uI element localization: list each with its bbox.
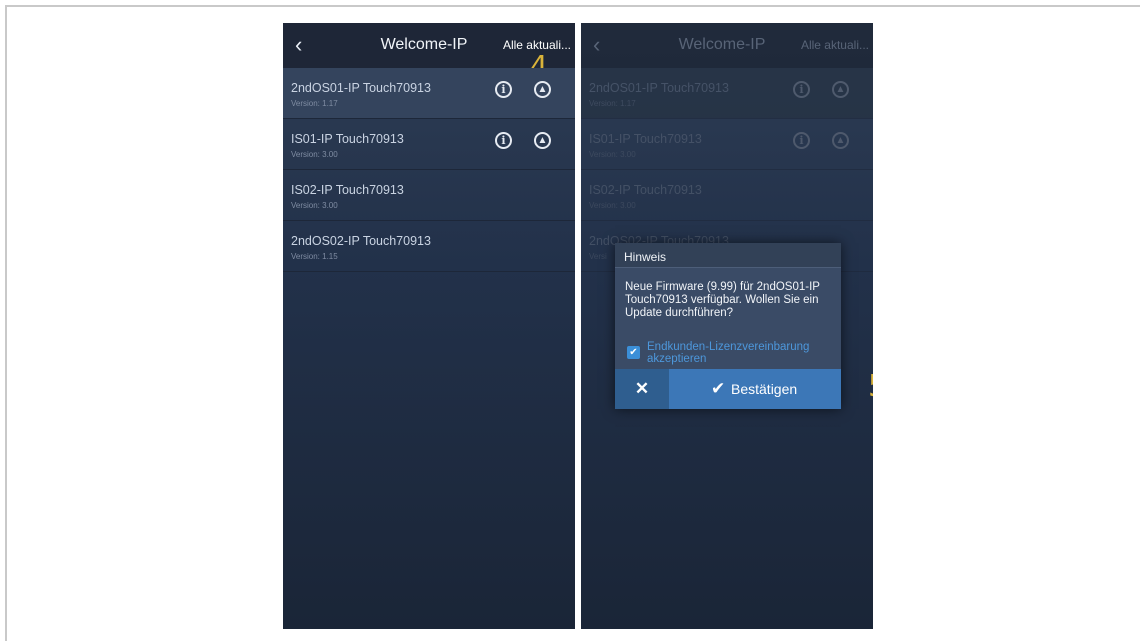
- device-name: 2ndOS02-IP Touch70913: [291, 234, 431, 248]
- device-row: IS01-IP Touch70913 Version: 3.00 i ▲: [581, 119, 873, 170]
- firmware-update-dialog: Hinweis Neue Firmware (9.99) für 2ndOS01…: [615, 243, 873, 409]
- device-name: 2ndOS01-IP Touch70913: [589, 81, 729, 95]
- device-row[interactable]: IS01-IP Touch70913 Version: 3.00 i ▲: [283, 119, 575, 170]
- device-name: IS02-IP Touch70913: [589, 183, 702, 197]
- dimmed-background: ‹ Welcome-IP Alle aktuali... 2ndOS01-IP …: [581, 23, 873, 272]
- license-checkbox-label[interactable]: Endkunden-Lizenzvereinbarung akzeptieren: [647, 341, 837, 365]
- device-version: Version: 3.00: [589, 150, 636, 159]
- device-name: IS01-IP Touch70913: [589, 132, 702, 146]
- step-number-annotation: 5: [868, 367, 873, 407]
- dialog-title: Hinweis: [615, 243, 841, 268]
- upload-icon: ▲: [832, 132, 849, 149]
- device-name: IS01-IP Touch70913: [291, 132, 404, 146]
- cancel-button[interactable]: ✕: [615, 369, 669, 409]
- phone-screen-device-list: ‹ Welcome-IP Alle aktuali... 4 2ndOS01-I…: [283, 23, 575, 629]
- info-icon: i: [793, 132, 810, 149]
- license-checkbox[interactable]: ✔: [627, 346, 640, 359]
- info-icon: i: [793, 81, 810, 98]
- checkmark-icon: ✔: [711, 379, 726, 398]
- device-version: Version: 3.00: [291, 201, 338, 210]
- confirm-button-label: Bestätigen: [731, 381, 798, 397]
- device-version: Version: 1.17: [589, 99, 636, 108]
- upload-icon: ▲: [832, 81, 849, 98]
- confirm-button[interactable]: ✔ Bestätigen 5: [669, 369, 873, 409]
- dialog-message: Neue Firmware (9.99) für 2ndOS01-IP Touc…: [625, 281, 820, 319]
- info-icon[interactable]: i: [495, 81, 512, 98]
- device-version: Version: 1.15: [291, 252, 338, 261]
- device-row[interactable]: 2ndOS02-IP Touch70913 Version: 1.15: [283, 221, 575, 272]
- device-version: Versi: [589, 252, 607, 261]
- device-version: Version: 1.17: [291, 99, 338, 108]
- device-name: IS02-IP Touch70913: [291, 183, 404, 197]
- device-version: Version: 3.00: [589, 201, 636, 210]
- device-row: 2ndOS01-IP Touch70913 Version: 1.17 i ▲: [581, 68, 873, 119]
- device-name: 2ndOS01-IP Touch70913: [291, 81, 431, 95]
- update-all-button: Alle aktuali...: [800, 38, 869, 52]
- upload-icon[interactable]: ▲: [534, 132, 551, 149]
- device-version: Version: 3.00: [291, 150, 338, 159]
- device-row: IS02-IP Touch70913 Version: 3.00: [581, 170, 873, 221]
- info-icon[interactable]: i: [495, 132, 512, 149]
- top-bar: ‹ Welcome-IP Alle aktuali...: [581, 23, 873, 68]
- top-bar: ‹ Welcome-IP Alle aktuali... 4: [283, 23, 575, 82]
- upload-icon[interactable]: ▲: [534, 81, 551, 98]
- close-icon: ✕: [634, 379, 650, 398]
- phone-screen-update-dialog: ‹ Welcome-IP Alle aktuali... 2ndOS01-IP …: [581, 23, 873, 629]
- device-row[interactable]: IS02-IP Touch70913 Version: 3.00: [283, 170, 575, 221]
- device-row[interactable]: 2ndOS01-IP Touch70913 Version: 1.17 i ▲: [283, 68, 575, 119]
